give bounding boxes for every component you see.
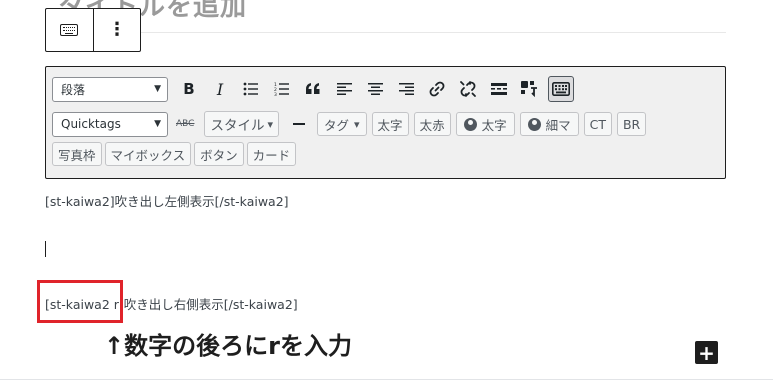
- chevron-down-icon: ▾: [267, 117, 273, 131]
- chevron-down-icon: ▼: [154, 119, 161, 129]
- bold-text-button[interactable]: 太字: [371, 112, 409, 136]
- svg-text:3: 3: [274, 92, 277, 96]
- toolbar-row-3: 写真枠 マイボックス ボタン カード: [52, 142, 301, 166]
- toolbar-toggle-button[interactable]: [517, 76, 543, 102]
- text-cursor: [45, 241, 46, 257]
- toolbar-row-2: Quicktags ▼ ABC スタイル ▾ タグ ▾ 太字 太赤 太字 細マ …: [52, 111, 651, 137]
- format-select-value: 段落: [61, 82, 86, 97]
- button-shortcode-button[interactable]: ボタン: [194, 142, 244, 166]
- read-more-button[interactable]: [486, 76, 512, 102]
- annotation-text: ↑数字の後ろにrを入力: [104, 332, 352, 360]
- keyboard-button[interactable]: [46, 9, 93, 51]
- card-button[interactable]: カード: [246, 142, 297, 166]
- more-options-button[interactable]: ⋮: [92, 9, 140, 51]
- shortcode-left[interactable]: [st-kaiwa2]吹き出し左側表示[/st-kaiwa2]: [45, 191, 289, 210]
- numbered-list-button[interactable]: 123: [269, 76, 295, 102]
- align-left-button[interactable]: [331, 76, 357, 102]
- my-box-button[interactable]: マイボックス: [104, 142, 192, 166]
- block-toolbar: ⋮: [45, 8, 141, 52]
- align-left-icon: [336, 83, 352, 95]
- user-bold-label: 太字: [481, 117, 507, 133]
- link-icon: [429, 81, 445, 97]
- chevron-down-icon: ▾: [354, 117, 360, 131]
- tag-dropdown-label: タグ: [324, 117, 350, 133]
- classic-editor-toolbar: 段落 ▼ B I 123 Quicktags ▼ ABC スタイル ▾ タグ ▾…: [45, 66, 726, 179]
- remove-link-button[interactable]: [455, 76, 481, 102]
- horizontal-rule-button[interactable]: [293, 122, 305, 126]
- kitchen-sink-icon: [521, 81, 537, 97]
- user-circle-icon: [527, 117, 541, 131]
- keyboard-shortcuts-button[interactable]: [548, 76, 574, 102]
- bullet-list-button[interactable]: [238, 76, 264, 102]
- align-right-icon: [398, 83, 414, 95]
- align-right-button[interactable]: [393, 76, 419, 102]
- more-vertical-icon: ⋮: [107, 19, 126, 40]
- italic-button[interactable]: I: [207, 76, 233, 102]
- toolbar-row-1: 段落 ▼ B I 123: [52, 76, 579, 102]
- chevron-down-icon: ▼: [154, 84, 161, 94]
- align-center-button[interactable]: [362, 76, 388, 102]
- tag-dropdown-button[interactable]: タグ ▾: [317, 112, 367, 136]
- blockquote-button[interactable]: [300, 76, 326, 102]
- user-thin-marker-label: 細マ: [545, 117, 571, 133]
- add-block-button[interactable]: +: [695, 341, 718, 364]
- quote-icon: [306, 83, 320, 94]
- user-thin-marker-button[interactable]: 細マ: [519, 112, 579, 136]
- style-dropdown-button[interactable]: スタイル ▾: [204, 111, 279, 137]
- keyboard-icon: [60, 24, 79, 36]
- style-dropdown-label: スタイル: [210, 118, 265, 134]
- photo-frame-button[interactable]: 写真枠: [52, 142, 102, 166]
- read-more-icon: [491, 83, 507, 95]
- unlink-icon: [460, 81, 476, 97]
- highlight-annotation-box: [37, 280, 123, 323]
- quicktags-select-value: Quicktags: [61, 117, 121, 131]
- bold-red-button[interactable]: 太赤: [413, 112, 451, 136]
- bottom-divider: [0, 379, 773, 380]
- user-bold-button[interactable]: 太字: [455, 112, 515, 136]
- strikethrough-button[interactable]: ABC: [176, 119, 194, 129]
- user-circle-icon: [463, 117, 477, 131]
- br-button[interactable]: BR: [616, 112, 647, 136]
- bullet-list-icon: [243, 82, 258, 96]
- keyboard-icon: [552, 82, 570, 96]
- insert-link-button[interactable]: [424, 76, 450, 102]
- format-select[interactable]: 段落 ▼: [52, 76, 168, 102]
- numbered-list-icon: 123: [274, 82, 289, 96]
- ct-button[interactable]: CT: [583, 112, 612, 136]
- plus-icon: +: [698, 340, 715, 365]
- title-divider: [140, 32, 726, 33]
- quicktags-select[interactable]: Quicktags ▼: [52, 111, 168, 137]
- bold-button[interactable]: B: [176, 76, 202, 102]
- align-center-icon: [367, 83, 383, 95]
